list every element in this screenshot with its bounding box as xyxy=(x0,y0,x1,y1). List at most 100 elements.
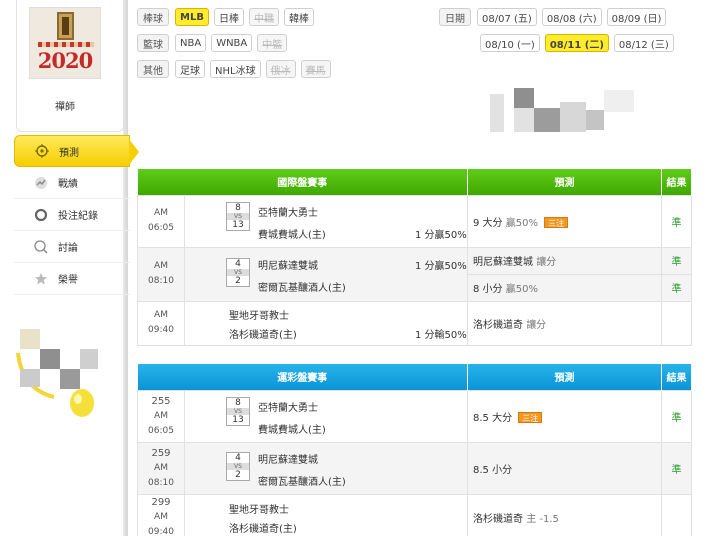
scorebox: 8 VS 13 xyxy=(226,396,250,426)
filter-label: 其他 xyxy=(137,60,169,78)
prediction-text: 洛杉磯道奇 xyxy=(473,513,523,525)
filter-label: 籃球 xyxy=(137,34,169,52)
team-away: 亞特蘭大勇士 xyxy=(258,402,318,414)
lottery-table: 運彩盤賽事 預測 結果 255 AM 06:05 8 VS 13 亞特蘭大勇士 … xyxy=(137,364,692,536)
date-chip-0809[interactable]: 08/09 (日) xyxy=(606,8,667,26)
prediction: 洛杉磯道奇 主 -1.5 xyxy=(467,493,662,536)
matchup: 8 VS 13 亞特蘭大勇士 費城費城人(主) xyxy=(184,389,468,443)
prediction: 9 大分 贏50% 三注 xyxy=(467,194,662,248)
date-chip-0811[interactable]: 08/11 (二) xyxy=(544,34,609,52)
result-badge xyxy=(661,300,692,346)
matchup: 8 VS 13 亞特蘭大勇士 費城費城人(主) 1 分贏50% xyxy=(184,194,468,248)
filter-chip-mlb[interactable]: MLB xyxy=(175,8,209,26)
result-badge xyxy=(661,493,692,536)
scorebox: 4 VS 2 xyxy=(226,257,250,287)
avatar-lantern xyxy=(57,12,74,40)
team-away: 亞特蘭大勇士 xyxy=(258,207,318,219)
filter-chip-npb[interactable]: 日棒 xyxy=(213,8,244,26)
prediction-text: 洛杉磯道奇 xyxy=(473,319,523,331)
profile-card: 2020 禪師 xyxy=(16,0,124,132)
game-time: AM 09:40 xyxy=(137,300,185,346)
filter-row-baseball: 棒球 MLB 日棒 中職 韓棒 xyxy=(137,7,319,27)
scorebox: 8 VS 13 xyxy=(226,201,250,231)
sidebar-item-honor[interactable]: 榮譽 xyxy=(14,263,130,295)
intl-header-prediction: 預測 xyxy=(467,169,662,195)
date-chip-0812[interactable]: 08/12 (三) xyxy=(613,34,674,52)
profile-name: 禪師 xyxy=(55,102,75,113)
game-number: 299 xyxy=(151,496,171,508)
game-time: AM 08:10 xyxy=(148,462,174,488)
prediction-note: 讓分 xyxy=(526,319,547,331)
prediction: 8 小分 贏50% xyxy=(467,273,662,302)
vs-label: VS xyxy=(227,462,249,470)
game-cell: 255 AM 06:05 xyxy=(137,389,185,443)
team-away: 明尼蘇達雙城 xyxy=(258,454,318,466)
lottery-header-match: 運彩盤賽事 xyxy=(137,364,468,390)
game-cell: 299 AM 09:40 xyxy=(137,493,185,536)
score-away: 8 xyxy=(235,397,241,408)
handicap: 1 分贏50% xyxy=(415,229,467,241)
matchup: 聖地牙哥教士 洛杉磯道奇(主) 1 分輸50% xyxy=(184,300,468,346)
sidebar-item-record[interactable]: 戰績 xyxy=(14,167,130,199)
prediction-note: 讓分 xyxy=(536,257,557,268)
prediction-text: 明尼蘇達雙城 xyxy=(473,257,533,268)
prediction-note: 贏50% xyxy=(505,284,538,295)
result-badge: 準 xyxy=(661,441,692,495)
bet-unit-badge: 三注 xyxy=(544,216,569,228)
sidebar-menu: 預測 戰績 投注紀錄 討論 榮譽 xyxy=(14,135,139,295)
filter-chip-soccer[interactable]: 足球 xyxy=(175,60,205,78)
score-home: 2 xyxy=(235,469,241,480)
result-badge: 準 xyxy=(661,273,692,302)
sidebar: 2020 禪師 預測 戰績 投注紀錄 討論 榮譽 xyxy=(0,0,139,536)
date-chip-0810[interactable]: 08/10 (一) xyxy=(480,34,540,52)
handicap: 1 分贏50% xyxy=(415,260,467,272)
score-away: 8 xyxy=(235,202,241,213)
matchup: 4 VS 2 明尼蘇達雙城 密爾瓦基釀酒人(主) xyxy=(184,441,468,495)
table-row: AM 08:10 4 VS 2 明尼蘇達雙城 密爾瓦基釀酒人(主) 1 分贏50… xyxy=(137,246,692,302)
avatar-year: 2020 xyxy=(37,48,93,73)
team-home: 費城費城人(主) xyxy=(258,424,326,436)
filter-chip-nhl[interactable]: NHL冰球 xyxy=(210,60,261,78)
game-cell: 259 AM 08:10 xyxy=(137,441,185,495)
lottery-header-prediction: 預測 xyxy=(467,364,662,390)
avatar[interactable]: 2020 xyxy=(29,7,101,79)
filter-chip-nba[interactable]: NBA xyxy=(175,34,207,52)
score-home: 13 xyxy=(232,219,244,230)
score-home: 13 xyxy=(232,414,244,425)
prediction-text: 8.5 大分 xyxy=(473,412,513,424)
date-chip-0807[interactable]: 08/07 (五) xyxy=(477,8,537,26)
date-chip-0808[interactable]: 08/08 (六) xyxy=(541,8,602,26)
sidebar-item-bets[interactable]: 投注紀錄 xyxy=(14,199,130,231)
score-home: 2 xyxy=(235,275,241,286)
date-label: 日期 xyxy=(439,8,471,26)
sidebar-item-label: 投注紀錄 xyxy=(58,211,98,222)
game-number: 255 xyxy=(151,395,171,407)
sidebar-item-discuss[interactable]: 討論 xyxy=(14,231,130,263)
filter-chip-wnba[interactable]: WNBA xyxy=(211,34,253,52)
sidebar-item-label: 預測 xyxy=(59,147,79,159)
matchup: 4 VS 2 明尼蘇達雙城 密爾瓦基釀酒人(主) 1 分贏50% xyxy=(184,246,468,302)
date-row-2: 08/10 (一) 08/11 (二) 08/12 (三) xyxy=(480,33,679,53)
prediction: 洛杉磯道奇 讓分 xyxy=(467,300,662,346)
prediction: 明尼蘇達雙城 讓分 xyxy=(467,246,662,275)
result-badge: 準 xyxy=(661,389,692,443)
result-badge: 準 xyxy=(661,194,692,248)
vs-label: VS xyxy=(227,268,249,276)
prediction: 8.5 小分 xyxy=(467,441,662,495)
prediction-text: 8 小分 xyxy=(473,284,503,295)
sidebar-item-label: 榮譽 xyxy=(58,275,78,286)
chat-icon xyxy=(34,239,48,254)
matchup: 聖地牙哥教士 洛杉磯道奇(主) xyxy=(184,493,468,536)
game-number: 259 xyxy=(151,447,171,459)
avatar-decoration xyxy=(38,42,94,47)
score-away: 4 xyxy=(235,258,241,269)
filter-chip-kbo[interactable]: 韓棒 xyxy=(283,8,314,26)
team-home: 密爾瓦基釀酒人(主) xyxy=(258,476,346,488)
sidebar-item-predict[interactable]: 預測 xyxy=(14,135,139,167)
filter-label: 棒球 xyxy=(137,8,169,26)
intl-table: 國際盤賽事 預測 結果 AM 06:05 8 VS 13 亞特蘭大勇士 費城費城… xyxy=(137,169,692,346)
circle-icon xyxy=(34,208,48,222)
bet-unit-badge: 三注 xyxy=(518,411,543,423)
team-away: 明尼蘇達雙城 xyxy=(258,260,318,272)
filter-chip-horse: 賽馬 xyxy=(300,60,331,78)
